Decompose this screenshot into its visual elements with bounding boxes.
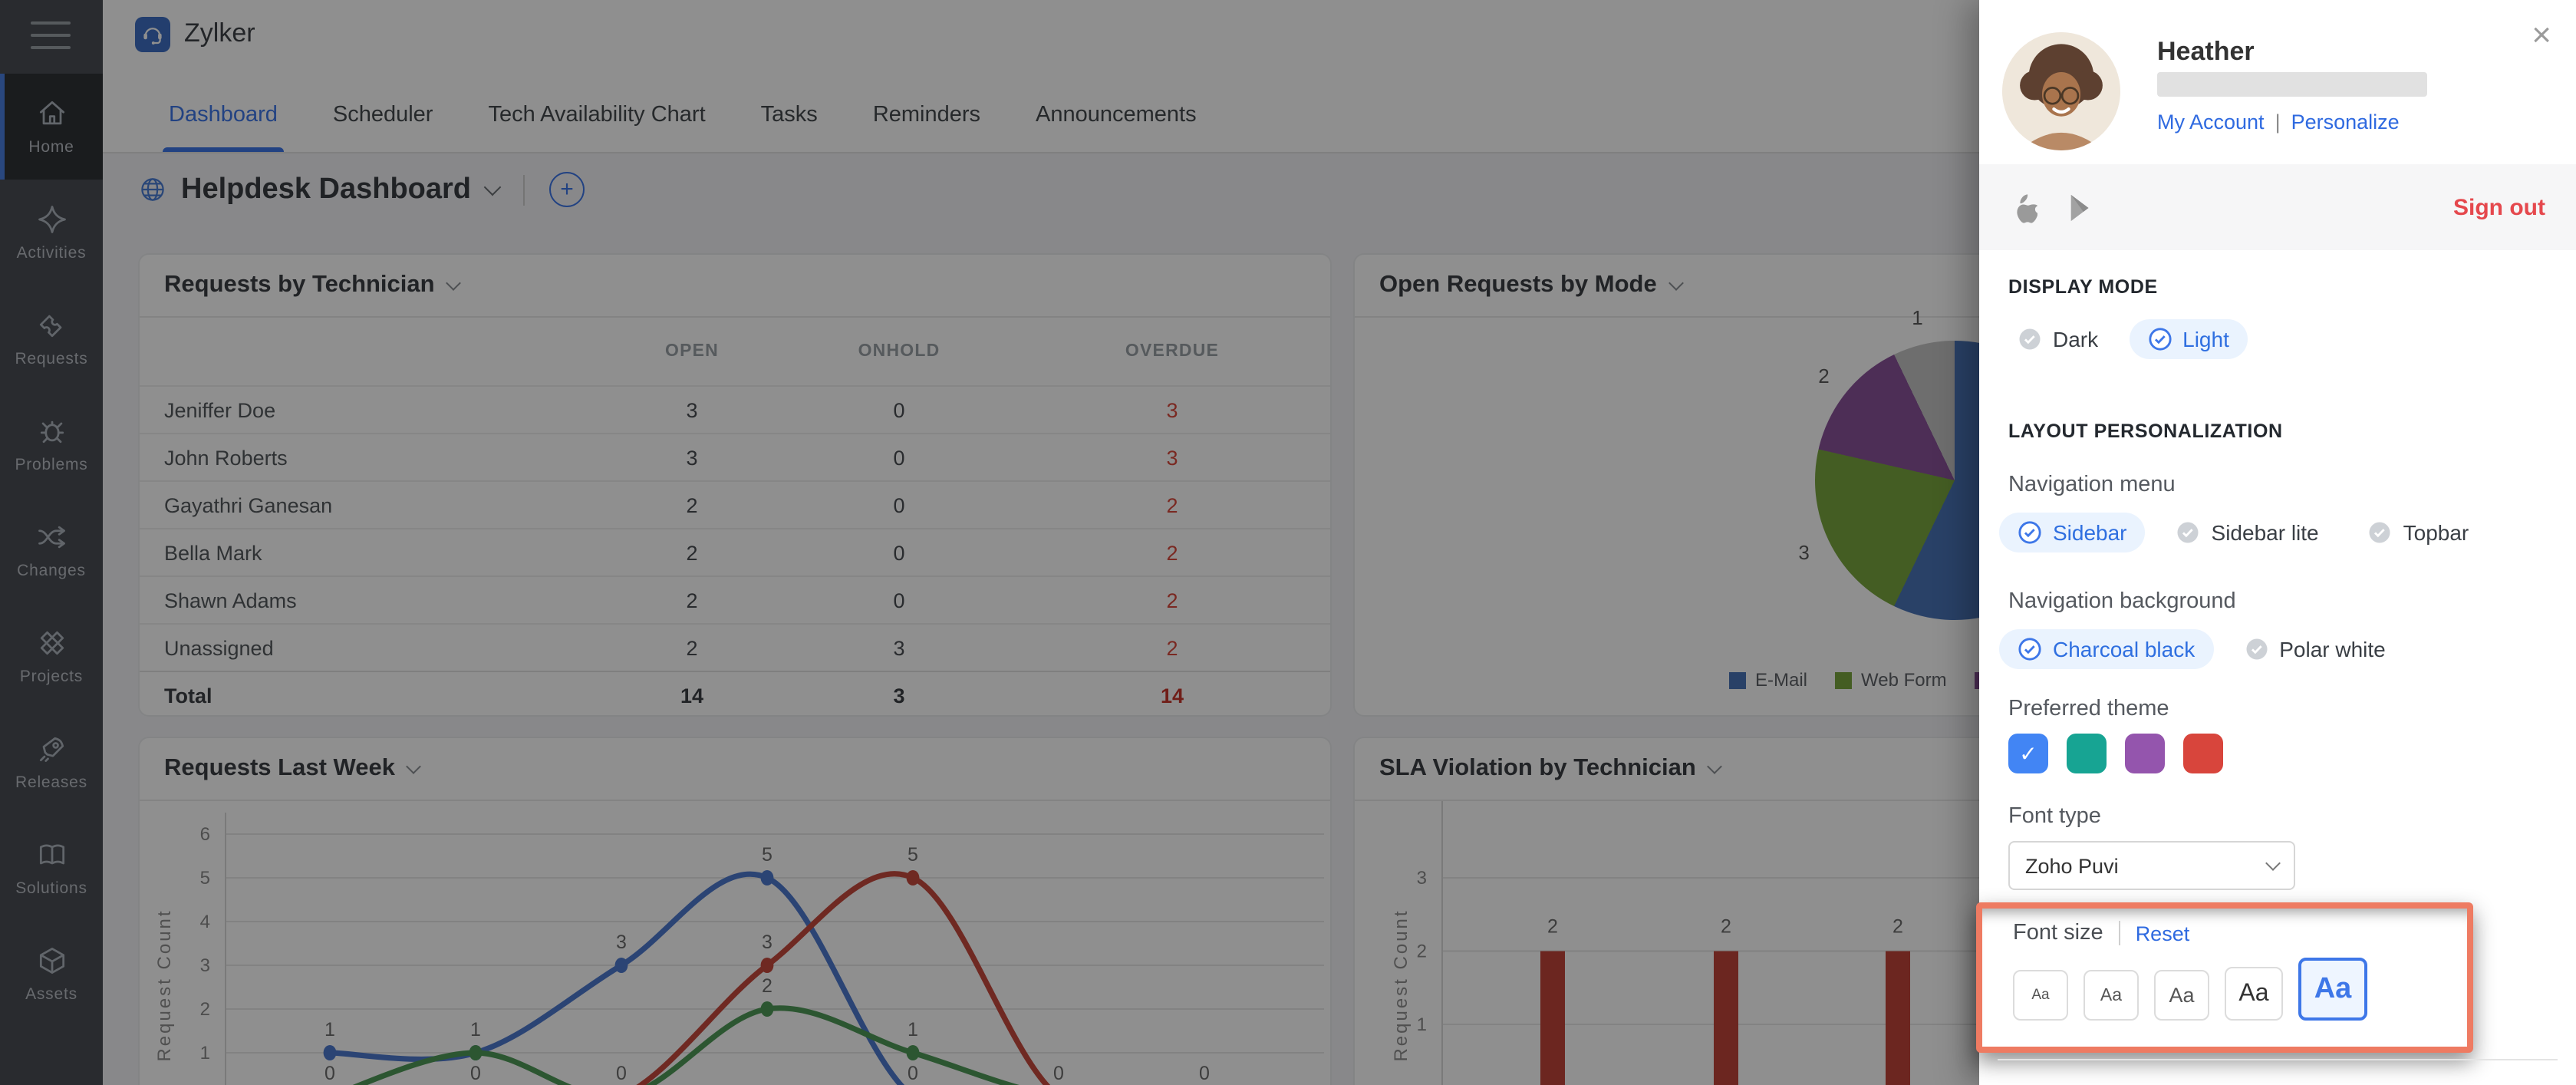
layout-personalization-heading: LAYOUT PERSONALIZATION — [2008, 420, 2283, 442]
my-account-link[interactable]: My Account — [2157, 110, 2265, 134]
nav-menu-label: Navigation menu — [2008, 473, 2176, 497]
nav-bg-option-charcoal-black[interactable]: Charcoal black — [1999, 629, 2213, 669]
display-mode-option-dark[interactable]: Dark — [1999, 319, 2116, 359]
theme-swatch-purple[interactable] — [2125, 734, 2165, 773]
divider — [2119, 921, 2120, 945]
sign-out-button[interactable]: Sign out — [2453, 194, 2545, 220]
nav-background-label: Navigation background — [2008, 589, 2236, 614]
theme-swatches: ✓ — [2008, 734, 2223, 773]
divider: | — [2275, 110, 2281, 134]
font-size-option-2[interactable]: Aa — [2084, 970, 2139, 1021]
font-type-value: Zoho Puvi — [2025, 854, 2119, 877]
display-mode-option-light[interactable]: Light — [2129, 319, 2248, 359]
divider — [1998, 1059, 2558, 1060]
theme-swatch-red[interactable] — [2183, 734, 2223, 773]
nav-menu-options: Sidebar Sidebar lite Topbar — [1999, 513, 2487, 552]
nav-menu-option-sidebar[interactable]: Sidebar — [1999, 513, 2146, 552]
nav-background-options: Charcoal black Polar white — [1999, 629, 2404, 669]
avatar[interactable] — [2002, 32, 2120, 150]
display-mode-options: Dark Light — [1999, 319, 2248, 359]
radio-check-icon — [2147, 327, 2172, 351]
screen: Home Activities Requests Problems Change… — [0, 0, 2576, 1085]
font-size-option-5-selected[interactable]: Aa — [2298, 958, 2367, 1021]
radio-check-icon — [2018, 520, 2042, 545]
redacted-email — [2157, 72, 2427, 97]
font-size-highlight-box: Font size Reset Aa Aa Aa Aa Aa — [1976, 902, 2473, 1053]
nav-bg-option-polar-white[interactable]: Polar white — [2225, 629, 2404, 669]
modal-dim-overlay[interactable] — [0, 0, 1979, 1085]
radio-check-icon — [2018, 327, 2042, 351]
preferred-theme-label: Preferred theme — [2008, 697, 2169, 721]
font-type-select[interactable]: Zoho Puvi — [2008, 841, 2295, 890]
font-size-option-4[interactable]: Aa — [2225, 967, 2283, 1021]
radio-check-icon — [2244, 637, 2268, 661]
font-size-options: Aa Aa Aa Aa Aa — [2013, 958, 2367, 1021]
theme-swatch-teal[interactable] — [2067, 734, 2107, 773]
close-icon[interactable]: × — [2532, 18, 2551, 52]
apple-store-icon[interactable] — [2008, 191, 2037, 223]
radio-check-icon — [2018, 637, 2042, 661]
profile-settings-panel: × Heather My Account | Personalize — [1979, 0, 2576, 1085]
nav-menu-option-topbar[interactable]: Topbar — [2350, 513, 2488, 552]
mobile-apps-row: Sign out — [1979, 164, 2576, 250]
theme-swatch-blue-selected[interactable]: ✓ — [2008, 734, 2048, 773]
font-type-label: Font type — [2008, 804, 2101, 829]
radio-check-icon — [2176, 520, 2201, 545]
font-size-option-1[interactable]: Aa — [2013, 970, 2068, 1021]
google-play-icon[interactable] — [2067, 191, 2096, 223]
user-name: Heather — [2157, 37, 2255, 68]
font-size-label: Font size — [2013, 921, 2103, 945]
font-size-option-3[interactable]: Aa — [2154, 970, 2209, 1021]
font-size-reset-link[interactable]: Reset — [2136, 922, 2190, 945]
chevron-down-icon — [2265, 855, 2281, 870]
radio-check-icon — [2368, 520, 2393, 545]
display-mode-heading: DISPLAY MODE — [2008, 276, 2158, 298]
nav-menu-option-sidebar-lite[interactable]: Sidebar lite — [2158, 513, 2337, 552]
personalize-link[interactable]: Personalize — [2291, 110, 2400, 134]
